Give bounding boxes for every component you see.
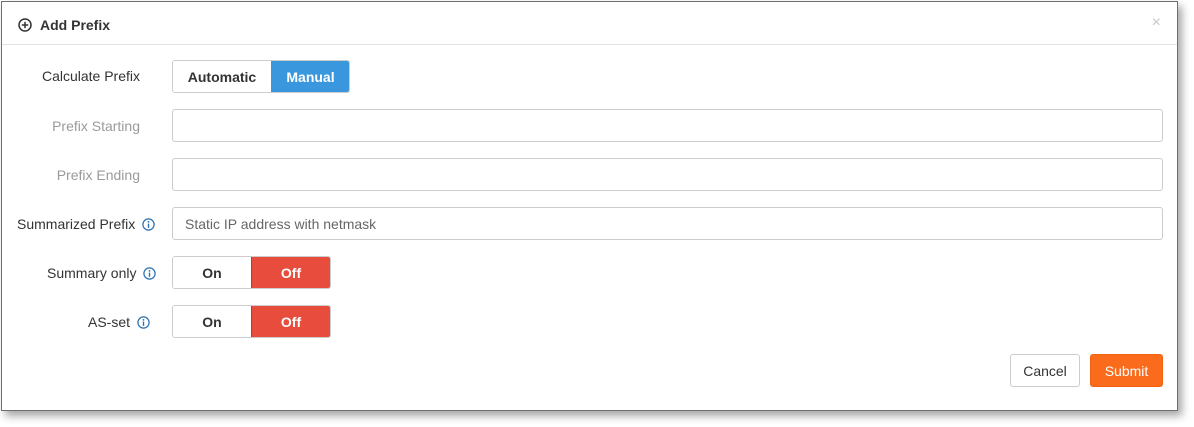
- prefix-ending-input[interactable]: [172, 158, 1163, 191]
- calculate-prefix-toggle: Automatic Manual: [172, 60, 350, 93]
- submit-button[interactable]: Submit: [1090, 354, 1163, 387]
- summarized-prefix-input[interactable]: [172, 207, 1163, 240]
- cancel-button[interactable]: Cancel: [1010, 354, 1080, 387]
- as-set-off-option[interactable]: Off: [251, 306, 330, 337]
- dialog-title: Add Prefix: [40, 17, 111, 33]
- as-set-toggle: On Off: [172, 305, 331, 338]
- manual-option[interactable]: Manual: [271, 61, 349, 92]
- prefix-starting-input[interactable]: [172, 109, 1163, 142]
- summarized-prefix-label: Summarized Prefix: [17, 216, 136, 232]
- summarized-prefix-label-group: Summarized Prefix: [17, 216, 155, 232]
- summary-only-on-option[interactable]: On: [173, 257, 251, 288]
- close-icon[interactable]: ×: [1152, 15, 1161, 31]
- summary-only-off-option[interactable]: Off: [251, 257, 330, 288]
- plus-circle-icon: [18, 18, 32, 32]
- summary-only-label-group: Summary only: [47, 265, 157, 281]
- info-icon[interactable]: [137, 315, 150, 329]
- prefix-ending-label: Prefix Ending: [56, 167, 140, 183]
- calculate-prefix-label: Calculate Prefix: [41, 68, 140, 84]
- summary-only-toggle: On Off: [172, 256, 331, 289]
- dialog-header: Add Prefix ×: [2, 2, 1177, 45]
- as-set-label: AS-set: [88, 314, 131, 330]
- as-set-label-group: AS-set: [88, 314, 150, 330]
- prefix-starting-label: Prefix Starting: [52, 118, 140, 134]
- info-icon[interactable]: [143, 266, 157, 280]
- info-icon[interactable]: [142, 217, 155, 231]
- automatic-option[interactable]: Automatic: [173, 61, 271, 92]
- summary-only-label: Summary only: [47, 265, 137, 281]
- add-prefix-dialog: Add Prefix × Calculate Prefix Automatic …: [1, 1, 1178, 411]
- as-set-on-option[interactable]: On: [173, 306, 251, 337]
